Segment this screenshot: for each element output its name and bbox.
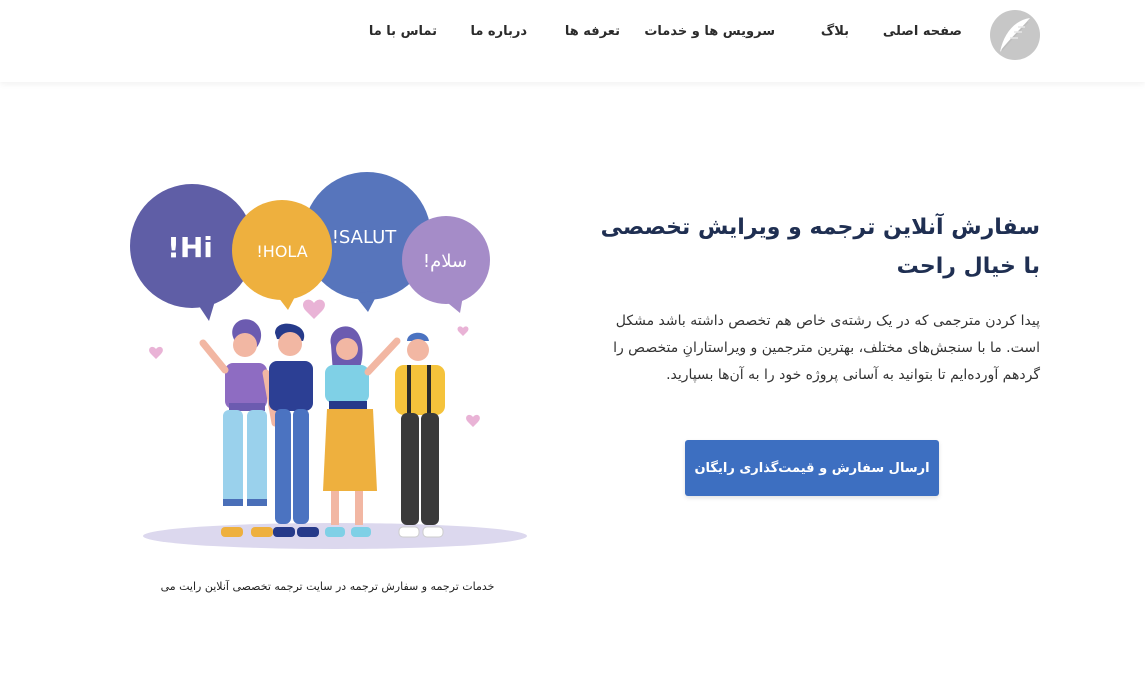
hero-description: پیدا کردن مترجمی که در یک رشته‌ی خاص هم …	[613, 313, 1040, 383]
heart-icon	[149, 346, 163, 359]
bubble-salam: سلام!	[402, 216, 490, 313]
bubble-hola: HOLA!	[232, 200, 332, 310]
illustration-caption: خدمات ترجمه و سفارش ترجمه در سایت ترجمه …	[160, 580, 495, 593]
person-2	[269, 323, 319, 537]
order-button[interactable]: ارسال سفارش و قیمت‌گذاری رایگان	[685, 440, 939, 496]
person-3	[323, 326, 401, 537]
nav-item-contact[interactable]: تماس با ما	[369, 24, 437, 39]
person-1	[199, 319, 279, 537]
heart-icon	[466, 414, 480, 427]
nav-item-home[interactable]: صفحه اصلی	[883, 24, 962, 39]
bubble-salut-text: SALUT!	[332, 227, 398, 248]
bubble-hola-text: HOLA!	[256, 242, 307, 261]
nav-item-about[interactable]: درباره ما	[470, 24, 527, 39]
bubble-hi-text: Hi!	[167, 231, 213, 264]
nav-item-pricing[interactable]: تعرفه ها	[565, 24, 620, 39]
nav-item-services[interactable]: سرویس ها و خدمات	[644, 24, 775, 39]
nav-item-blog[interactable]: بلاگ	[821, 24, 849, 39]
heart-icon	[457, 326, 469, 336]
languages-illustration: Hi! SALUT! HOLA! سلام!	[130, 172, 527, 549]
heart-icon	[303, 299, 325, 319]
bubble-salam-text: سلام!	[423, 251, 467, 272]
main-nav: صفحه اصلی بلاگ سرویس ها و خدمات تعرفه ها…	[0, 0, 1145, 68]
person-4	[395, 332, 445, 538]
site-header: صفحه اصلی بلاگ سرویس ها و خدمات تعرفه ها…	[0, 0, 1145, 82]
hero-title: سفارش آنلاین ترجمه و ویرایش تخصصی با خیا…	[600, 215, 1040, 279]
